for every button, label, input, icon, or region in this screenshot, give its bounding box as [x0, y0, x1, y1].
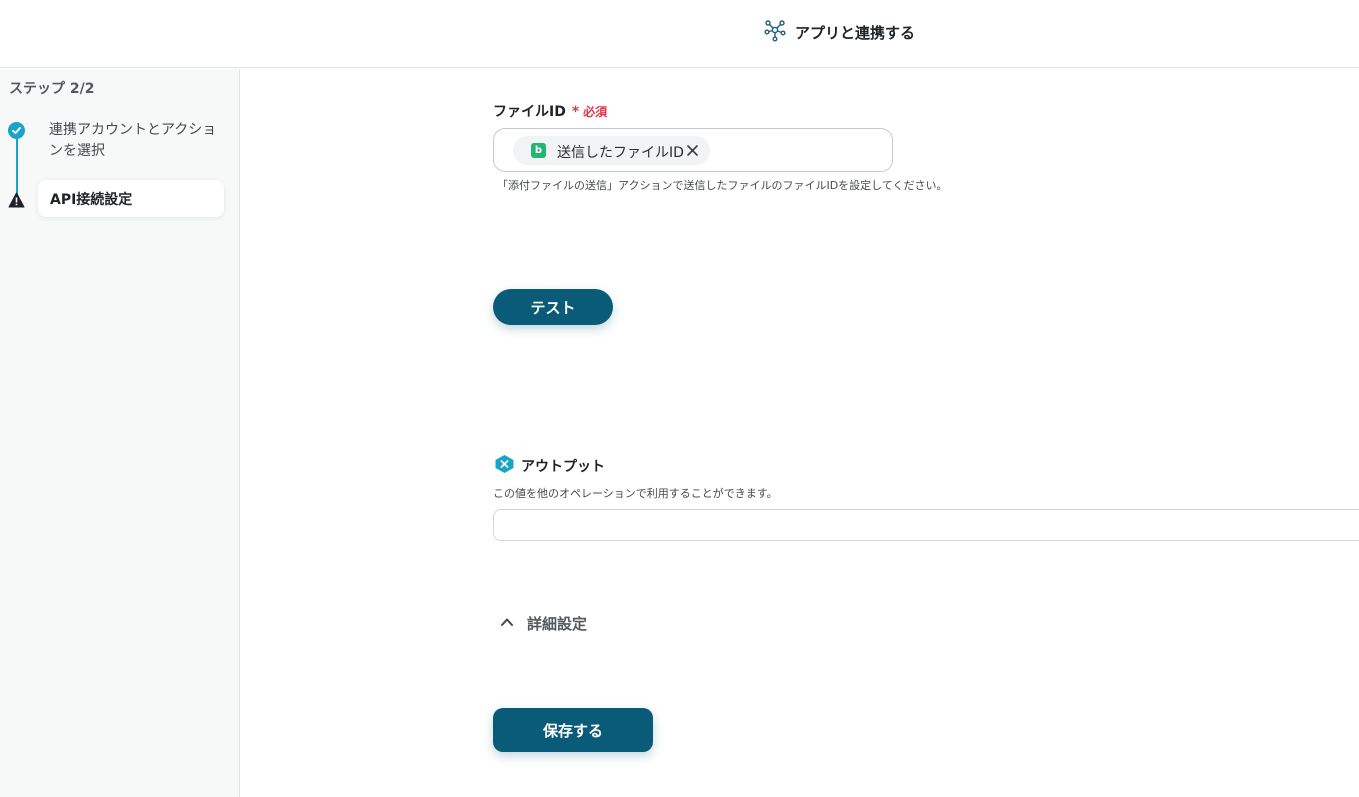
- header-title-group: アプリと連携する: [764, 20, 915, 44]
- advanced-settings-toggle[interactable]: 詳細設定: [499, 613, 587, 634]
- output-description: この値を他のオペレーションで利用することができます。: [493, 487, 778, 500]
- sidebar-step-select-account[interactable]: 連携アカウントとアクションを選択: [49, 120, 219, 162]
- close-icon[interactable]: [685, 143, 700, 158]
- output-field[interactable]: [493, 509, 1359, 541]
- top-header: アプリと連携する: [0, 0, 1359, 68]
- steps-sidebar: ステップ 2/2 連携アカウントとアクションを選択 API接続設定: [0, 69, 240, 797]
- test-button[interactable]: テスト: [493, 289, 613, 325]
- file-id-label-row: ファイルID * 必須: [493, 101, 607, 121]
- output-header: アウトプット: [494, 454, 605, 478]
- chevron-up-icon: [499, 614, 515, 634]
- step-counter: ステップ 2/2: [9, 81, 95, 97]
- advanced-settings-label: 詳細設定: [527, 615, 588, 633]
- app-b-icon: b: [531, 143, 546, 158]
- save-button[interactable]: 保存する: [493, 708, 653, 752]
- variable-chip[interactable]: b 送信したファイルID: [513, 136, 710, 165]
- output-title: アウトプット: [521, 459, 605, 475]
- variable-x-icon: [494, 454, 515, 478]
- file-id-label: ファイルID: [493, 104, 566, 120]
- file-id-input[interactable]: b 送信したファイルID: [493, 128, 893, 172]
- sidebar-step-label: API接続設定: [50, 192, 133, 208]
- page-title: アプリと連携する: [795, 23, 916, 42]
- check-circle-icon: [8, 122, 25, 139]
- required-asterisk: *: [571, 104, 580, 120]
- required-badge: 必須: [583, 105, 608, 119]
- sidebar-step-api-settings[interactable]: API接続設定: [38, 180, 224, 217]
- warning-icon: [8, 192, 25, 208]
- chip-label: 送信したファイルID: [557, 145, 684, 161]
- step-connector-line: [16, 139, 18, 196]
- file-id-help-text: 「添付ファイルの送信」アクションで送信したファイルのファイルIDを設定してくださ…: [497, 179, 948, 192]
- network-nodes-icon: [764, 18, 786, 46]
